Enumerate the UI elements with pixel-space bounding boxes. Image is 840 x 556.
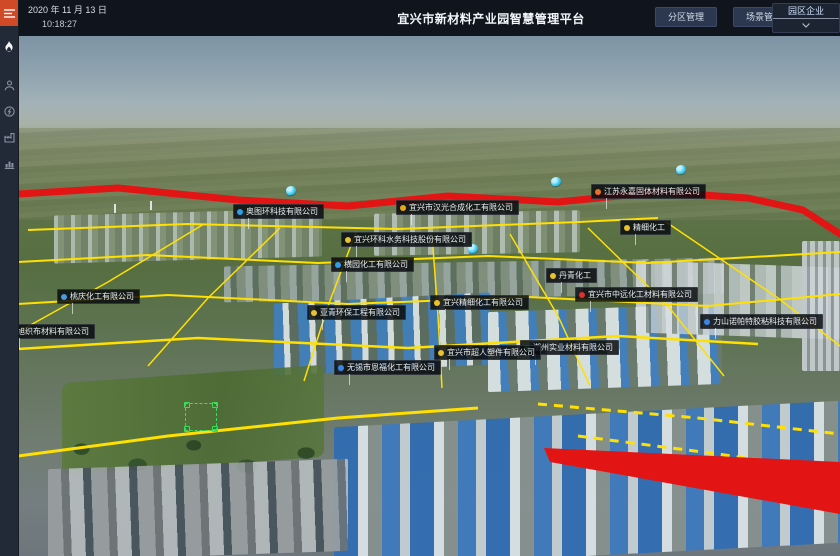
company-marker-icon bbox=[335, 262, 341, 268]
company-label[interactable]: 宜兴环科水务科技股份有限公司 bbox=[341, 232, 472, 247]
company-label-text: 丹青化工 bbox=[559, 269, 591, 282]
company-label[interactable]: 旭织布材料有限公司 bbox=[18, 324, 95, 339]
hamburger-icon bbox=[4, 9, 15, 18]
company-label[interactable]: 奥图环科技有限公司 bbox=[233, 204, 324, 219]
page-title: 宜兴市新材料产业园智慧管理平台 bbox=[397, 10, 585, 27]
sidebar bbox=[0, 0, 19, 556]
zone-manage-button[interactable]: 分区管理 bbox=[655, 7, 717, 27]
company-marker-icon bbox=[400, 205, 406, 211]
company-marker-icon bbox=[704, 319, 710, 325]
company-marker-icon bbox=[579, 292, 585, 298]
company-label[interactable]: 江苏永嘉固体材料有限公司 bbox=[591, 184, 706, 199]
company-label[interactable]: 桃庆化工有限公司 bbox=[57, 289, 140, 304]
company-label[interactable]: 无锡市恩福化工有限公司 bbox=[334, 360, 441, 375]
company-marker-icon bbox=[237, 209, 243, 215]
company-label-text: 潮州实业材料有限公司 bbox=[533, 341, 613, 354]
sidebar-item-factory[interactable] bbox=[0, 124, 18, 150]
company-marker-icon bbox=[345, 237, 351, 243]
sidebar-item-stats[interactable] bbox=[0, 150, 18, 176]
company-marker-icon bbox=[338, 365, 344, 371]
company-label-text: 宜兴市超人塑件有限公司 bbox=[447, 346, 535, 359]
sidebar-item-person[interactable] bbox=[0, 72, 18, 98]
person-icon bbox=[4, 80, 15, 91]
company-label[interactable]: 精细化工 bbox=[620, 220, 671, 235]
date-label: 2020 年 11 月 13 日 bbox=[28, 4, 107, 16]
company-label-text: 奥图环科技有限公司 bbox=[246, 205, 318, 218]
company-label-text: 桃庆化工有限公司 bbox=[70, 290, 134, 303]
company-label-text: 江苏永嘉固体材料有限公司 bbox=[604, 185, 700, 198]
sidebar-item-fire[interactable] bbox=[0, 34, 18, 60]
map-3d-view[interactable]: 奥图环科技有限公司 宜兴市汉光合成化工有限公司宜兴环科水务科技股份有限公司横园化工… bbox=[18, 36, 840, 556]
hamburger-menu-button[interactable] bbox=[0, 0, 18, 26]
company-marker-icon bbox=[595, 189, 601, 195]
company-label[interactable]: 宜兴精细化工有限公司 bbox=[430, 295, 529, 310]
company-label[interactable]: 丹青化工 bbox=[546, 268, 597, 283]
dropdown-label: 园区企业 bbox=[773, 4, 839, 19]
gauge-icon bbox=[4, 106, 15, 117]
sidebar-item-power[interactable] bbox=[0, 98, 18, 124]
company-label-text: 力山诺帕特胶粘科技有限公司 bbox=[713, 315, 817, 328]
park-enterprise-dropdown[interactable]: 园区企业 bbox=[772, 3, 840, 33]
top-bar: 2020 年 11 月 13 日 10:18:27 宜兴市新材料产业园智慧管理平… bbox=[18, 0, 840, 36]
company-label[interactable]: 宜兴市超人塑件有限公司 bbox=[434, 345, 541, 360]
company-label-text: 无锡市恩福化工有限公司 bbox=[347, 361, 435, 374]
company-label[interactable]: 横园化工有限公司 bbox=[331, 257, 414, 272]
company-label-text: 宜兴市中远化工材料有限公司 bbox=[588, 288, 692, 301]
company-label-text: 宜兴环科水务科技股份有限公司 bbox=[354, 233, 466, 246]
company-label-text: 旭织布材料有限公司 bbox=[18, 325, 89, 338]
app-window: 2020 年 11 月 13 日 10:18:27 宜兴市新材料产业园智慧管理平… bbox=[0, 0, 840, 556]
company-labels-layer: 奥图环科技有限公司 宜兴市汉光合成化工有限公司宜兴环科水务科技股份有限公司横园化工… bbox=[18, 36, 840, 556]
company-marker-icon bbox=[434, 300, 440, 306]
company-marker-icon bbox=[311, 310, 317, 316]
company-label-text: 宜兴市汉光合成化工有限公司 bbox=[409, 201, 513, 214]
company-label[interactable]: 宜兴市中远化工材料有限公司 bbox=[575, 287, 698, 302]
company-label-text: 亚青环保工程有限公司 bbox=[320, 306, 400, 319]
factory-icon bbox=[4, 132, 15, 143]
company-label-text: 宜兴精细化工有限公司 bbox=[443, 296, 523, 309]
chevron-down-icon bbox=[773, 19, 839, 31]
company-label-text: 横园化工有限公司 bbox=[344, 258, 408, 271]
company-marker-icon bbox=[624, 225, 630, 231]
company-label[interactable]: 亚青环保工程有限公司 bbox=[307, 305, 406, 320]
company-marker-icon bbox=[438, 350, 444, 356]
flame-icon bbox=[4, 41, 14, 53]
company-label[interactable]: 力山诺帕特胶粘科技有限公司 bbox=[700, 314, 823, 329]
company-marker-icon bbox=[61, 294, 67, 300]
company-marker-icon bbox=[550, 273, 556, 279]
company-label[interactable]: 宜兴市汉光合成化工有限公司 bbox=[396, 200, 519, 215]
bar-chart-icon bbox=[4, 158, 15, 169]
time-label: 10:18:27 bbox=[42, 19, 77, 29]
company-label-text: 精细化工 bbox=[633, 221, 665, 234]
